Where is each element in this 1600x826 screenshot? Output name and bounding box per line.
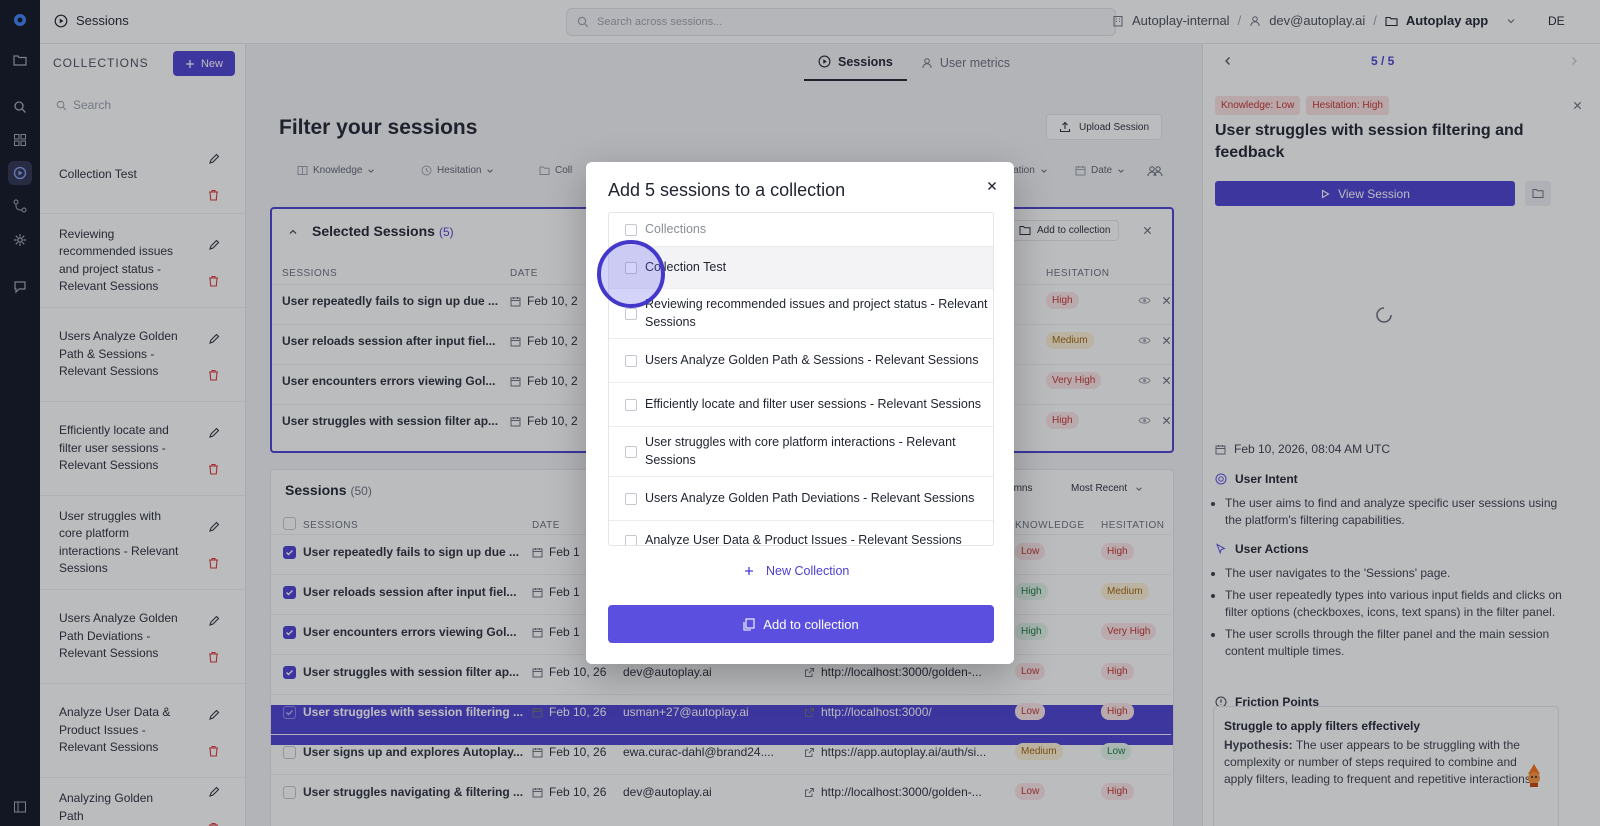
collection-option-label: Efficiently locate and filter user sessi…	[645, 396, 982, 411]
collection-option[interactable]: Collection Test	[609, 247, 993, 289]
click-cursor-indicator	[597, 240, 665, 308]
collection-option[interactable]: Analyze User Data & Product Issues - Rel…	[609, 521, 993, 546]
modal-title: Add 5 sessions to a collection	[608, 180, 846, 200]
collection-options-list: Collections Collection Test Reviewing reco…	[608, 212, 994, 546]
confirm-add-button[interactable]: Add to collection	[608, 605, 994, 643]
collection-option-label: Analyze User Data & Product Issues - Rel…	[645, 532, 962, 546]
plus-icon	[744, 566, 754, 576]
new-collection-link[interactable]: New Collection	[744, 564, 849, 578]
collection-option-label: User struggles with core platform intera…	[645, 435, 956, 467]
collection-checkbox[interactable]	[625, 534, 637, 545]
collection-option-label: Reviewing recommended issues and project…	[645, 297, 988, 329]
collection-option[interactable]: Users Analyze Golden Path Deviations - R…	[609, 477, 993, 521]
collection-checkbox[interactable]	[625, 307, 637, 320]
collection-option[interactable]: Efficiently locate and filter user sessi…	[609, 383, 993, 427]
collection-option-label: Users Analyze Golden Path & Sessions - R…	[645, 352, 979, 367]
add-to-collection-modal: Add 5 sessions to a collection Collectio…	[586, 162, 1014, 664]
collection-option[interactable]: User struggles with core platform intera…	[609, 427, 993, 477]
collection-checkbox[interactable]	[625, 492, 637, 505]
select-all-checkbox[interactable]	[625, 223, 637, 236]
collection-checkbox[interactable]	[625, 354, 637, 367]
close-icon[interactable]	[982, 176, 1002, 196]
collections-list-header: Collections	[609, 213, 993, 247]
collection-option[interactable]: Users Analyze Golden Path & Sessions - R…	[609, 339, 993, 383]
copy-icon	[743, 617, 755, 631]
collection-option-label: Users Analyze Golden Path Deviations - R…	[645, 490, 975, 505]
collection-checkbox[interactable]	[625, 398, 637, 411]
collection-checkbox[interactable]	[625, 445, 637, 458]
collection-option[interactable]: Reviewing recommended issues and project…	[609, 289, 993, 339]
